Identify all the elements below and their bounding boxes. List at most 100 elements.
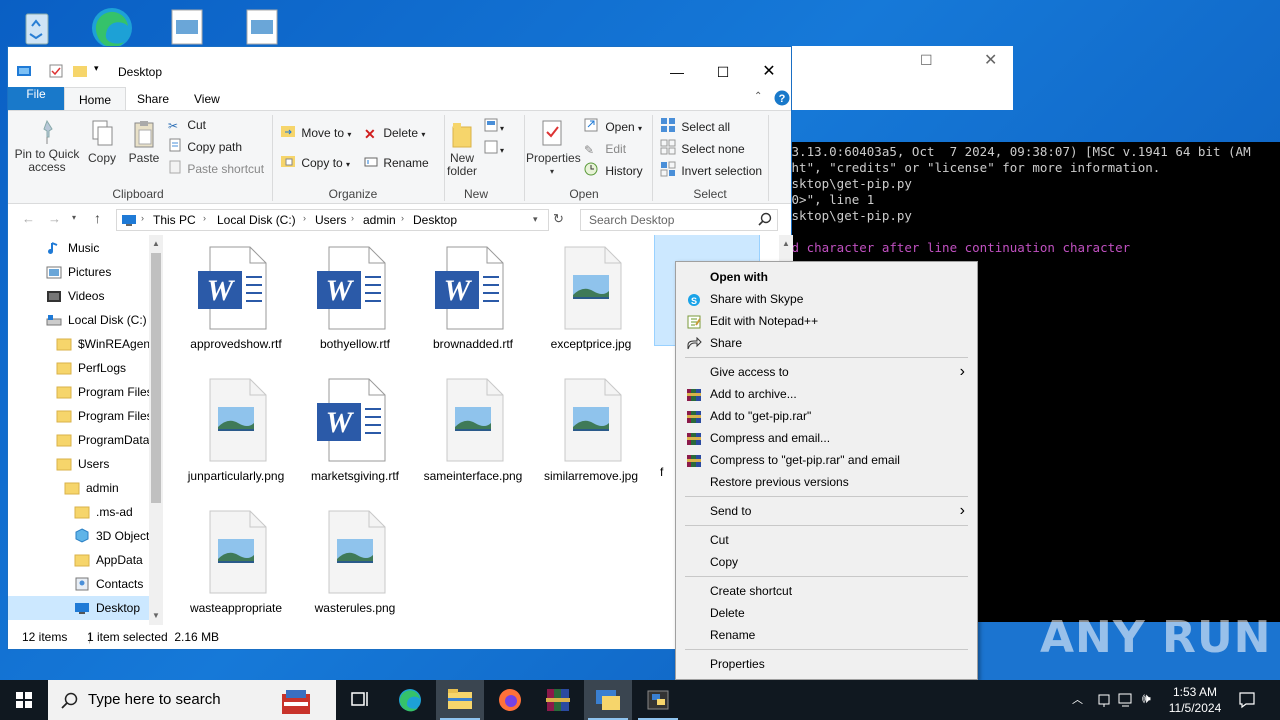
nav-item[interactable]: Desktop	[8, 596, 149, 620]
network-icon[interactable]	[1118, 692, 1136, 720]
taskbar-python[interactable]	[634, 680, 682, 720]
nav-item[interactable]: $WinREAgent	[8, 332, 149, 356]
nav-item[interactable]: Videos	[8, 284, 149, 308]
file-item[interactable]: sameinterface.png	[418, 371, 528, 484]
history-button[interactable]: History	[584, 161, 643, 181]
easy-access-button[interactable]: ▾	[484, 139, 504, 159]
invert-selection-button[interactable]: Invert selection	[660, 161, 762, 181]
start-button[interactable]	[0, 680, 48, 720]
cut-button[interactable]: ✂ Cut	[168, 115, 206, 135]
nav-item[interactable]: Local Disk (C:)	[8, 308, 149, 332]
recent-locations-icon[interactable]: ▾	[72, 213, 76, 222]
scroll-up-icon[interactable]: ▲	[782, 239, 790, 248]
open-button[interactable]: Open ▾	[584, 117, 642, 137]
menu-item[interactable]: Rename	[678, 624, 975, 646]
file-item[interactable]: wasteappropriate	[181, 503, 291, 616]
maximize-icon[interactable]: ☐	[920, 52, 933, 69]
tab-file[interactable]: File	[8, 87, 64, 111]
breadcrumb-admin[interactable]: admin	[363, 213, 396, 227]
task-view-button[interactable]	[336, 680, 384, 720]
nav-item[interactable]: PerfLogs	[8, 356, 149, 380]
menu-item[interactable]: Copy	[678, 551, 975, 573]
nav-item[interactable]: Contacts	[8, 572, 149, 596]
taskbar-firefox[interactable]	[486, 680, 534, 720]
address-dropdown-icon[interactable]: ▾	[533, 214, 538, 225]
file-item[interactable]: junparticularly.png	[181, 371, 291, 484]
menu-item[interactable]: Compress and email...	[678, 427, 975, 449]
menu-item[interactable]: Add to "get-pip.rar"	[678, 405, 975, 427]
new-folder-button[interactable]: New folder	[442, 119, 482, 178]
navigation-scrollbar[interactable]: ▲ ▼	[149, 235, 163, 625]
nav-item[interactable]: admin	[8, 476, 149, 500]
nav-item[interactable]: Program Files	[8, 380, 149, 404]
properties-quick-icon[interactable]	[48, 63, 64, 82]
minimize-button[interactable]: —	[654, 57, 700, 87]
nav-item[interactable]: Users	[8, 452, 149, 476]
menu-item[interactable]: Share	[678, 332, 975, 354]
scroll-up-icon[interactable]: ▲	[152, 239, 160, 248]
menu-item[interactable]: Open with	[678, 266, 975, 288]
taskbar-python-installer[interactable]	[584, 680, 632, 720]
paste-shortcut-button[interactable]: Paste shortcut	[168, 159, 264, 179]
file-item[interactable]: Wapprovedshow.rtf	[181, 239, 291, 352]
nav-item[interactable]: Pictures	[8, 260, 149, 284]
file-item[interactable]: wasterules.png	[300, 503, 410, 616]
notifications-icon[interactable]	[1238, 691, 1256, 720]
close-button[interactable]: ✕	[746, 57, 792, 87]
menu-item[interactable]: Properties	[678, 653, 975, 675]
scroll-thumb[interactable]	[151, 253, 161, 503]
file-item[interactable]: Wbothyellow.rtf	[300, 239, 410, 352]
forward-arrow-icon[interactable]: →	[48, 211, 61, 226]
file-item[interactable]: Wmarketsgiving.rtf	[300, 371, 410, 484]
menu-item[interactable]: Edit with Notepad++	[678, 310, 975, 332]
breadcrumb-users[interactable]: Users	[315, 213, 346, 227]
close-icon[interactable]: ✕	[984, 50, 997, 70]
up-arrow-icon[interactable]: ↑	[94, 210, 101, 226]
new-folder-quick-icon[interactable]	[72, 63, 88, 82]
tab-view[interactable]: View	[180, 87, 234, 111]
move-to-button[interactable]: Move to ▾	[280, 123, 351, 143]
help-icon[interactable]: ?	[774, 90, 790, 109]
taskbar-winrar[interactable]	[534, 680, 582, 720]
file-item[interactable]: similarremove.jpg	[536, 371, 646, 484]
menu-item[interactable]: Restore previous versions	[678, 471, 975, 493]
breadcrumb-this-pc[interactable]: This PC	[153, 213, 196, 227]
network-adapter-icon[interactable]	[1096, 692, 1112, 720]
back-arrow-icon[interactable]: ←	[22, 211, 35, 226]
file-item[interactable]: exceptprice.jpg	[536, 239, 646, 352]
volume-icon[interactable]: 🕪	[1142, 690, 1151, 720]
show-hidden-icons[interactable]: ︿	[1072, 680, 1083, 720]
menu-item[interactable]: Delete	[678, 602, 975, 624]
image-file-icon[interactable]	[170, 8, 210, 48]
taskbar-file-explorer[interactable]	[436, 680, 484, 720]
copy-to-button[interactable]: Copy to ▾	[280, 153, 350, 173]
nav-item[interactable]: Music	[8, 236, 149, 260]
nav-item[interactable]: Program Files	[8, 404, 149, 428]
customize-toolbar-icon[interactable]: ▾	[94, 63, 99, 74]
address-box[interactable]: › This PC › Local Disk (C:) › Users › ad…	[116, 209, 549, 231]
delete-button[interactable]: ✕ Delete ▾	[364, 123, 425, 143]
nav-item[interactable]: ProgramData	[8, 428, 149, 452]
maximize-button[interactable]: ☐	[700, 57, 746, 87]
nav-item[interactable]: .ms-ad	[8, 500, 149, 524]
menu-item[interactable]: S Share with Skype	[678, 288, 975, 310]
menu-item[interactable]: Compress to "get-pip.rar" and email	[678, 449, 975, 471]
new-item-button[interactable]: ▾	[484, 117, 504, 137]
menu-item[interactable]: Give access to ›	[678, 361, 975, 383]
tab-home[interactable]: Home	[64, 87, 127, 111]
copy-path-button[interactable]: Copy path	[168, 137, 242, 157]
edge-icon[interactable]	[88, 4, 132, 48]
edit-button[interactable]: ✎ Edit	[584, 139, 626, 159]
collapse-ribbon-icon[interactable]: ⌃	[754, 91, 762, 102]
pin-to-quick-access-button[interactable]: Pin to Quick access	[12, 119, 82, 174]
breadcrumb-desktop[interactable]: Desktop	[413, 213, 457, 227]
select-none-button[interactable]: Select none	[660, 139, 745, 159]
copy-button[interactable]: Copy	[82, 119, 122, 165]
clock[interactable]: 1:53 AM 11/5/2024	[1160, 684, 1230, 716]
paste-button[interactable]: Paste	[124, 119, 164, 165]
breadcrumb-local-disk[interactable]: Local Disk (C:)	[217, 213, 296, 227]
menu-item[interactable]: Create shortcut	[678, 580, 975, 602]
menu-item[interactable]: Add to archive...	[678, 383, 975, 405]
select-all-button[interactable]: Select all	[660, 117, 730, 137]
taskbar-edge[interactable]	[386, 680, 434, 720]
